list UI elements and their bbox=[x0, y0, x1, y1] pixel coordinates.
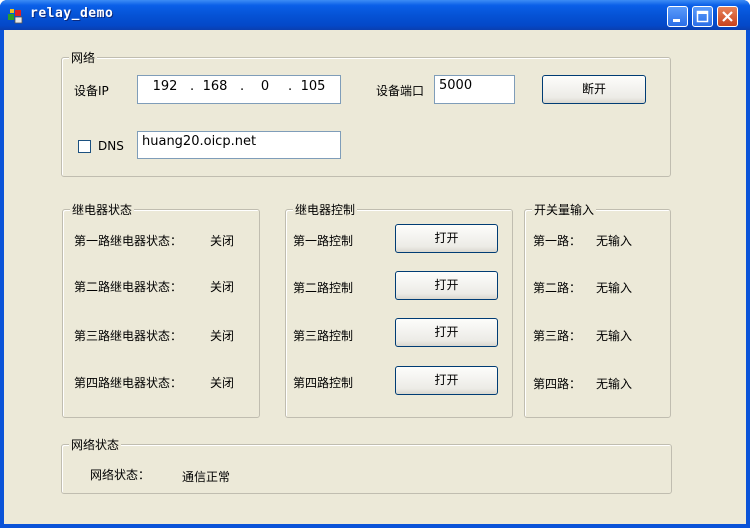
input-2-label: 第二路： bbox=[533, 281, 582, 295]
relay-4-control-label: 第四路控制 bbox=[293, 376, 354, 390]
relay-control-group: 继电器控制 第一路控制 打开 第二路控制 打开 第三路控制 打开 第四路控制 打… bbox=[285, 201, 513, 418]
switch-input-group: 开关量输入 第一路： 无输入 第二路： 无输入 第三路： 无输入 第四路： 无输… bbox=[524, 201, 671, 418]
relay-status-group: 继电器状态 第一路继电器状态： 关闭 第二路继电器状态： 关闭 第三路继电器状态… bbox=[62, 201, 260, 418]
input-1-label: 第一路： bbox=[533, 234, 582, 248]
device-port-input[interactable]: 5000 bbox=[434, 75, 515, 104]
ip-octet-4: 105 bbox=[300, 79, 326, 94]
input-4-value: 无输入 bbox=[596, 377, 633, 391]
dns-label: DNS bbox=[98, 139, 124, 153]
relay-2-open-button[interactable]: 打开 bbox=[395, 271, 498, 300]
network-group-label: 网络 bbox=[69, 49, 98, 66]
ip-dot: . bbox=[288, 79, 293, 94]
maximize-icon bbox=[696, 10, 709, 23]
disconnect-button[interactable]: 断开 bbox=[542, 75, 646, 104]
relay-4-open-button[interactable]: 打开 bbox=[395, 366, 498, 395]
window-title: relay_demo bbox=[30, 6, 114, 21]
relay-1-control-label: 第一路控制 bbox=[293, 234, 354, 248]
maximize-button[interactable] bbox=[692, 6, 713, 27]
relay-2-status-value: 关闭 bbox=[210, 280, 235, 294]
relay-3-open-button[interactable]: 打开 bbox=[395, 318, 498, 347]
title-bar[interactable]: relay_demo bbox=[0, 0, 750, 30]
dns-host-input[interactable]: huang20.oicp.net bbox=[137, 131, 341, 159]
minimize-icon bbox=[673, 19, 680, 22]
device-ip-label: 设备IP bbox=[74, 84, 109, 98]
input-1-value: 无输入 bbox=[596, 234, 633, 248]
relay-1-status-label: 第一路继电器状态： bbox=[74, 234, 183, 248]
relay-3-control-label: 第三路控制 bbox=[293, 329, 354, 343]
relay-app-icon bbox=[8, 9, 23, 24]
network-group: 网络 设备IP 192 . 168 . 0 . 105 设备端口 5000 断开… bbox=[61, 49, 671, 177]
relay-2-control-label: 第二路控制 bbox=[293, 281, 354, 295]
close-button[interactable] bbox=[717, 6, 738, 27]
minimize-button[interactable] bbox=[667, 6, 688, 27]
app-window: relay_demo 网络 设备IP 192 . 168 . 0 . 105 设… bbox=[0, 0, 750, 528]
relay-2-status-label: 第二路继电器状态： bbox=[74, 280, 183, 294]
ip-dot: . bbox=[240, 79, 245, 94]
ip-dot: . bbox=[190, 79, 195, 94]
client-area: 网络 设备IP 192 . 168 . 0 . 105 设备端口 5000 断开… bbox=[4, 30, 746, 524]
net-status-value: 通信正常 bbox=[182, 470, 231, 484]
ip-octet-3: 0 bbox=[260, 79, 270, 94]
device-port-label: 设备端口 bbox=[376, 84, 425, 98]
ip-octet-2: 168 bbox=[202, 79, 228, 94]
input-3-label: 第三路： bbox=[533, 329, 582, 343]
relay-status-group-label: 继电器状态 bbox=[70, 201, 135, 218]
ip-octet-1: 192 bbox=[152, 79, 178, 94]
relay-control-group-label: 继电器控制 bbox=[293, 201, 358, 218]
dns-checkbox[interactable] bbox=[78, 140, 91, 153]
net-status-group: 网络状态 网络状态： 通信正常 bbox=[61, 436, 672, 494]
switch-input-group-label: 开关量输入 bbox=[532, 201, 597, 218]
relay-3-status-label: 第三路继电器状态： bbox=[74, 329, 183, 343]
relay-4-status-label: 第四路继电器状态： bbox=[74, 376, 183, 390]
relay-3-status-value: 关闭 bbox=[210, 329, 235, 343]
relay-1-open-button[interactable]: 打开 bbox=[395, 224, 498, 253]
close-icon bbox=[722, 11, 733, 22]
relay-1-status-value: 关闭 bbox=[210, 234, 235, 248]
net-status-group-label: 网络状态 bbox=[69, 436, 122, 453]
input-3-value: 无输入 bbox=[596, 329, 633, 343]
input-4-label: 第四路： bbox=[533, 377, 582, 391]
relay-4-status-value: 关闭 bbox=[210, 376, 235, 390]
device-ip-input[interactable]: 192 . 168 . 0 . 105 bbox=[137, 75, 341, 104]
net-status-label: 网络状态： bbox=[90, 468, 151, 482]
input-2-value: 无输入 bbox=[596, 281, 633, 295]
